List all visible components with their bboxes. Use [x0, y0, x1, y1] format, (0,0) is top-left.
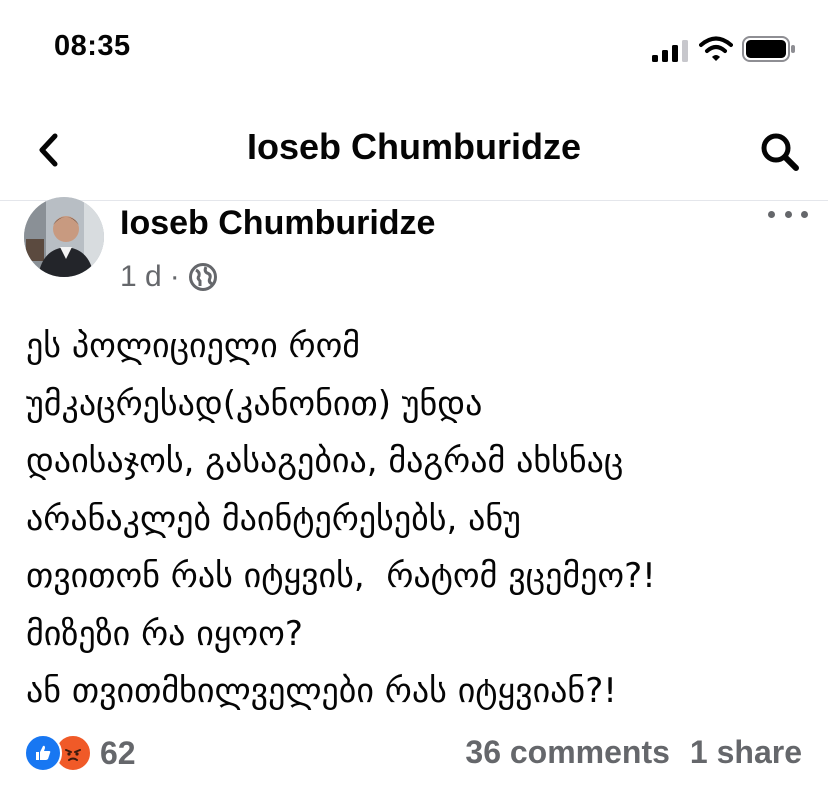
post-time[interactable]: 1 d	[120, 260, 162, 294]
more-dot-icon	[801, 210, 808, 218]
comments-count[interactable]: 36 comments	[465, 734, 670, 771]
page-title: Ioseb Chumburidze	[246, 126, 582, 167]
battery-icon	[742, 36, 795, 62]
more-dot-icon	[784, 210, 792, 218]
status-time: 08:35	[54, 30, 131, 62]
author-avatar[interactable]	[24, 197, 104, 277]
search-icon	[761, 133, 799, 171]
engagement-summary: 36 comments 1 share	[465, 734, 802, 771]
search-button[interactable]	[756, 128, 804, 176]
reactions-summary[interactable]: 62	[24, 734, 136, 772]
nav-bar: Ioseb Chumburidze	[0, 110, 828, 201]
post-meta: 1 d ·	[120, 260, 218, 294]
wifi-icon	[699, 36, 733, 61]
post-text-line: მიზეზი რა იყოო?	[26, 613, 303, 654]
post-text-line: დაისაჯოს, გასაგებია, მაგრამ ახსნაც	[26, 441, 624, 481]
post-text: ეს პოლიციელი რომ უმკაცრესად(კანონით) უნდ…	[26, 318, 816, 721]
post-text-line: თვითონ რას იტყვის, რატომ ვცემეო?!	[26, 556, 656, 596]
globe-icon	[188, 263, 217, 291]
reaction-count: 62	[100, 734, 136, 771]
shares-count[interactable]: 1 share	[690, 734, 802, 771]
author-name[interactable]: Ioseb Chumburidze	[120, 204, 435, 243]
post-text-line: ეს პოლიციელი რომ	[26, 326, 361, 366]
post-text-line: არანაკლებ მაინტერესებს, ანუ	[26, 498, 521, 539]
like-icon	[24, 734, 62, 772]
status-bar: 08:35	[0, 0, 828, 100]
cellular-signal-icon	[652, 40, 688, 62]
avatar-photo	[24, 197, 104, 277]
post-text-line: უმკაცრესად(კანონით) უნდა	[26, 383, 483, 424]
more-options-button[interactable]	[768, 202, 808, 226]
meta-separator: ·	[169, 260, 180, 293]
more-dot-icon	[768, 210, 775, 218]
post-text-line: ან თვითმხილველები რას იტყვიან?!	[26, 671, 617, 711]
